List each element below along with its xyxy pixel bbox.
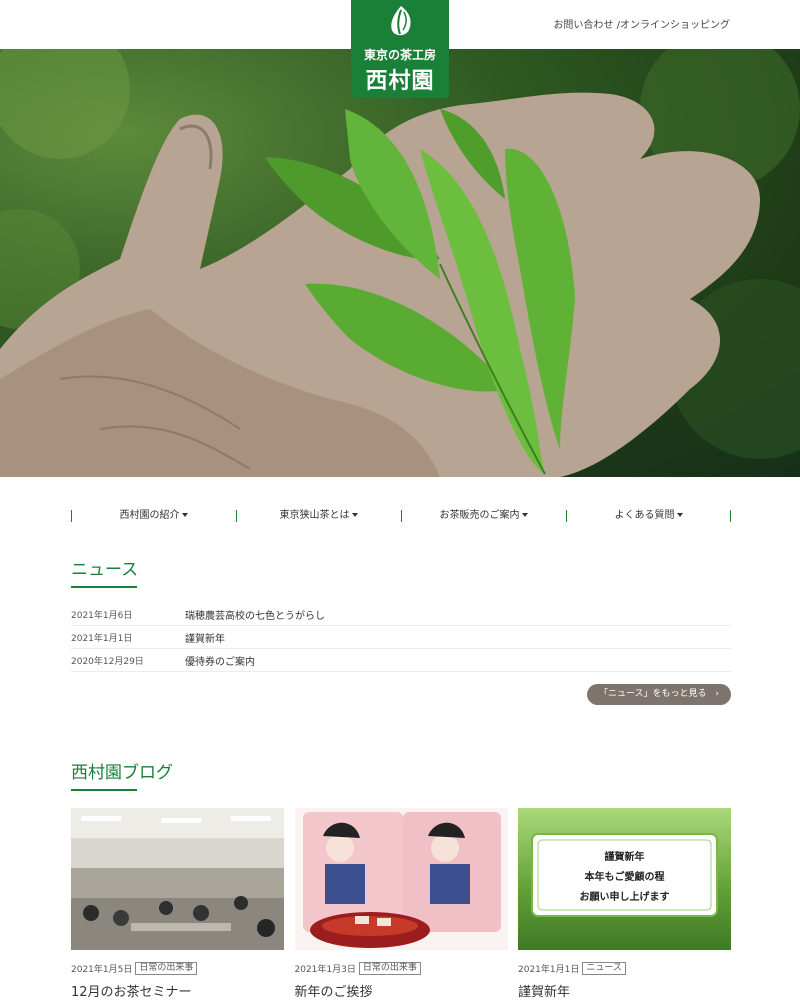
main-nav: 西村園の紹介 東京狭山茶とは お茶販売のご案内 よくある質問 [71, 508, 731, 524]
greeting-text: 謹賀新年 本年もご愛顧の程 お願い申し上げます [518, 848, 731, 908]
blog-category-tag[interactable]: 日常の出来事 [358, 962, 421, 975]
blog-meta: 2021年1月5日 日常の出来事 [71, 962, 284, 975]
news-item[interactable]: 2021年1月6日 瑞穂農芸高校の七色とうがらし [71, 603, 731, 626]
blog-meta: 2021年1月3日 日常の出来事 [295, 962, 508, 975]
blog-date: 2021年1月5日 [71, 965, 133, 975]
top-links: お問い合わせ /オンラインショッピング [553, 16, 730, 31]
news-item[interactable]: 2021年1月1日 謹賀新年 [71, 626, 731, 649]
blog-date: 2021年1月3日 [294, 965, 356, 975]
caret-down-icon [676, 513, 683, 517]
news-title: 優待券のご案内 [185, 656, 255, 668]
contact-link[interactable]: お問い合わせ [553, 20, 613, 31]
blog-heading: 西村園ブログ [71, 763, 173, 783]
nav-label: お茶販売のご案内 [439, 510, 520, 521]
news-title: 瑞穂農芸高校の七色とうがらし [185, 610, 325, 622]
blog-card[interactable]: 謹賀新年 本年もご愛顧の程 お願い申し上げます 2021年1月1日 ニュース 謹… [518, 808, 731, 1000]
chevron-right-icon: › [715, 689, 720, 699]
blog-heading-underline [71, 789, 137, 791]
greeting-line: 本年もご愛顧の程 [584, 872, 665, 883]
tea-leaf-icon [391, 6, 411, 36]
online-shop-link[interactable]: /オンラインショッピング [617, 20, 730, 31]
more-news-button[interactable]: 「ニュース」をもっと見る › [587, 684, 731, 705]
blog-category-tag[interactable]: ニュース [582, 962, 626, 975]
blog-category-tag[interactable]: 日常の出来事 [135, 962, 198, 975]
blog-title[interactable]: 謹賀新年 [518, 981, 731, 1000]
news-date: 2021年1月1日 [71, 633, 133, 644]
blog-thumbnail-seminar [71, 808, 284, 950]
caret-down-icon [351, 513, 358, 517]
blog-title[interactable]: 新年のご挨拶 [295, 981, 508, 1000]
news-item[interactable]: 2020年12月29日 優待券のご案内 [71, 649, 731, 672]
blog-date: 2021年1月1日 [518, 965, 580, 975]
news-heading: ニュース [71, 560, 139, 580]
nav-label: 東京狭山茶とは [279, 510, 350, 521]
nav-label: よくある質問 [614, 510, 675, 521]
blog-thumbnail-greeting-card: 謹賀新年 本年もご愛顧の程 お願い申し上げます [518, 808, 731, 950]
greeting-line: お願い申し上げます [579, 892, 670, 903]
news-date: 2020年12月29日 [71, 656, 144, 667]
logo-name: 西村園 [365, 69, 435, 94]
blog-title[interactable]: 12月のお茶セミナー [71, 981, 284, 1000]
news-date: 2021年1月6日 [71, 610, 133, 621]
nav-item-sayama-tea[interactable]: 東京狭山茶とは [236, 508, 401, 524]
greeting-line: 謹賀新年 [604, 852, 645, 863]
nav-divider [730, 510, 731, 522]
blog-cards: 2021年1月5日 日常の出来事 12月のお茶セミナー 2021年1月3日 日常… [71, 808, 731, 1000]
news-heading-underline [71, 586, 137, 588]
hero-image [0, 49, 800, 477]
news-title: 謹賀新年 [185, 633, 225, 645]
nav-item-about[interactable]: 西村園の紹介 [71, 508, 236, 524]
news-list: 2021年1月6日 瑞穂農芸高校の七色とうがらし 2021年1月1日 謹賀新年 … [71, 603, 731, 672]
more-news-label: 「ニュース」をもっと見る [598, 689, 707, 699]
caret-down-icon [181, 513, 188, 517]
blog-thumbnail-new-year-greeting [294, 808, 508, 950]
blog-meta: 2021年1月1日 ニュース [518, 962, 731, 975]
blog-card[interactable]: 2021年1月5日 日常の出来事 12月のお茶セミナー [71, 808, 284, 1000]
caret-down-icon [521, 513, 528, 517]
nav-item-tea-sales[interactable]: お茶販売のご案内 [401, 508, 566, 524]
site-logo[interactable]: 東京の茶工房 西村園 [351, 0, 449, 98]
nav-item-faq[interactable]: よくある質問 [566, 508, 731, 524]
blog-card[interactable]: 2021年1月3日 日常の出来事 新年のご挨拶 [294, 808, 508, 1000]
logo-tagline: 東京の茶工房 [363, 48, 436, 62]
nav-label: 西村園の紹介 [119, 510, 180, 521]
